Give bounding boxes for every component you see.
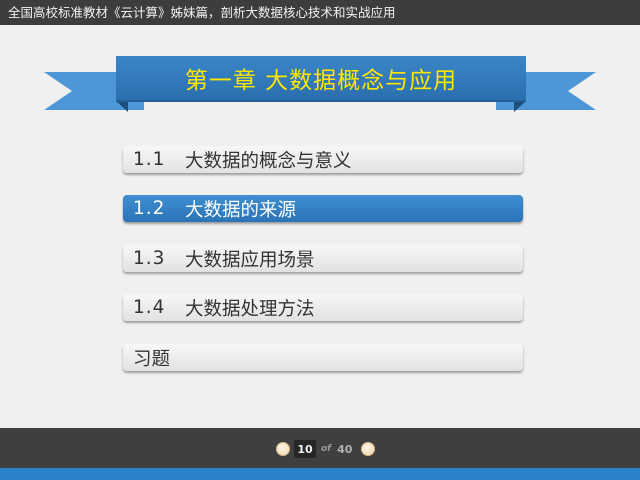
page-of-label: of [321, 444, 332, 454]
current-page: 10 [294, 440, 316, 458]
chapter-title: 第一章 大数据概念与应用 [184, 68, 458, 94]
next-page-dot-icon[interactable] [361, 442, 376, 456]
total-pages: 40 [337, 442, 353, 456]
menu-item-1-1[interactable]: 1.1 大数据的概念与意义 [123, 146, 523, 173]
menu-item-label: 习题 [133, 348, 171, 370]
menu-item-number: 1.1 [133, 149, 166, 170]
menu-item-number: 1.3 [133, 248, 166, 269]
menu-item-1-3[interactable]: 1.3 大数据应用场景 [123, 245, 523, 272]
prev-page-dot-icon[interactable] [276, 442, 290, 456]
menu-item-number: 1.2 [133, 198, 166, 219]
top-banner: 全国高校标准教材《云计算》姊妹篇，剖析大数据核心技术和实战应用 [0, 0, 640, 25]
menu-item-1-4[interactable]: 1.4 大数据处理方法 [123, 294, 523, 321]
chapter-ribbon: 第一章 大数据概念与应用 [116, 56, 526, 102]
ribbon-fold-right [514, 101, 526, 112]
menu-item-1-2[interactable]: 1.2 大数据的来源 [123, 195, 523, 222]
pager: 10 of 40 [276, 440, 376, 458]
banner-text: 全国高校标准教材《云计算》姊妹篇，剖析大数据核心技术和实战应用 [8, 5, 396, 20]
footer-strip [0, 468, 640, 480]
menu-item-label: 大数据处理方法 [185, 298, 315, 320]
menu-item-number: 1.4 [133, 297, 166, 318]
menu-item-label: 大数据的概念与意义 [185, 150, 352, 172]
ribbon-fold-left [116, 101, 128, 112]
menu-item-exercises[interactable]: 习题 [123, 344, 523, 371]
menu-item-label: 大数据的来源 [185, 199, 297, 221]
menu-item-label: 大数据应用场景 [185, 249, 315, 271]
